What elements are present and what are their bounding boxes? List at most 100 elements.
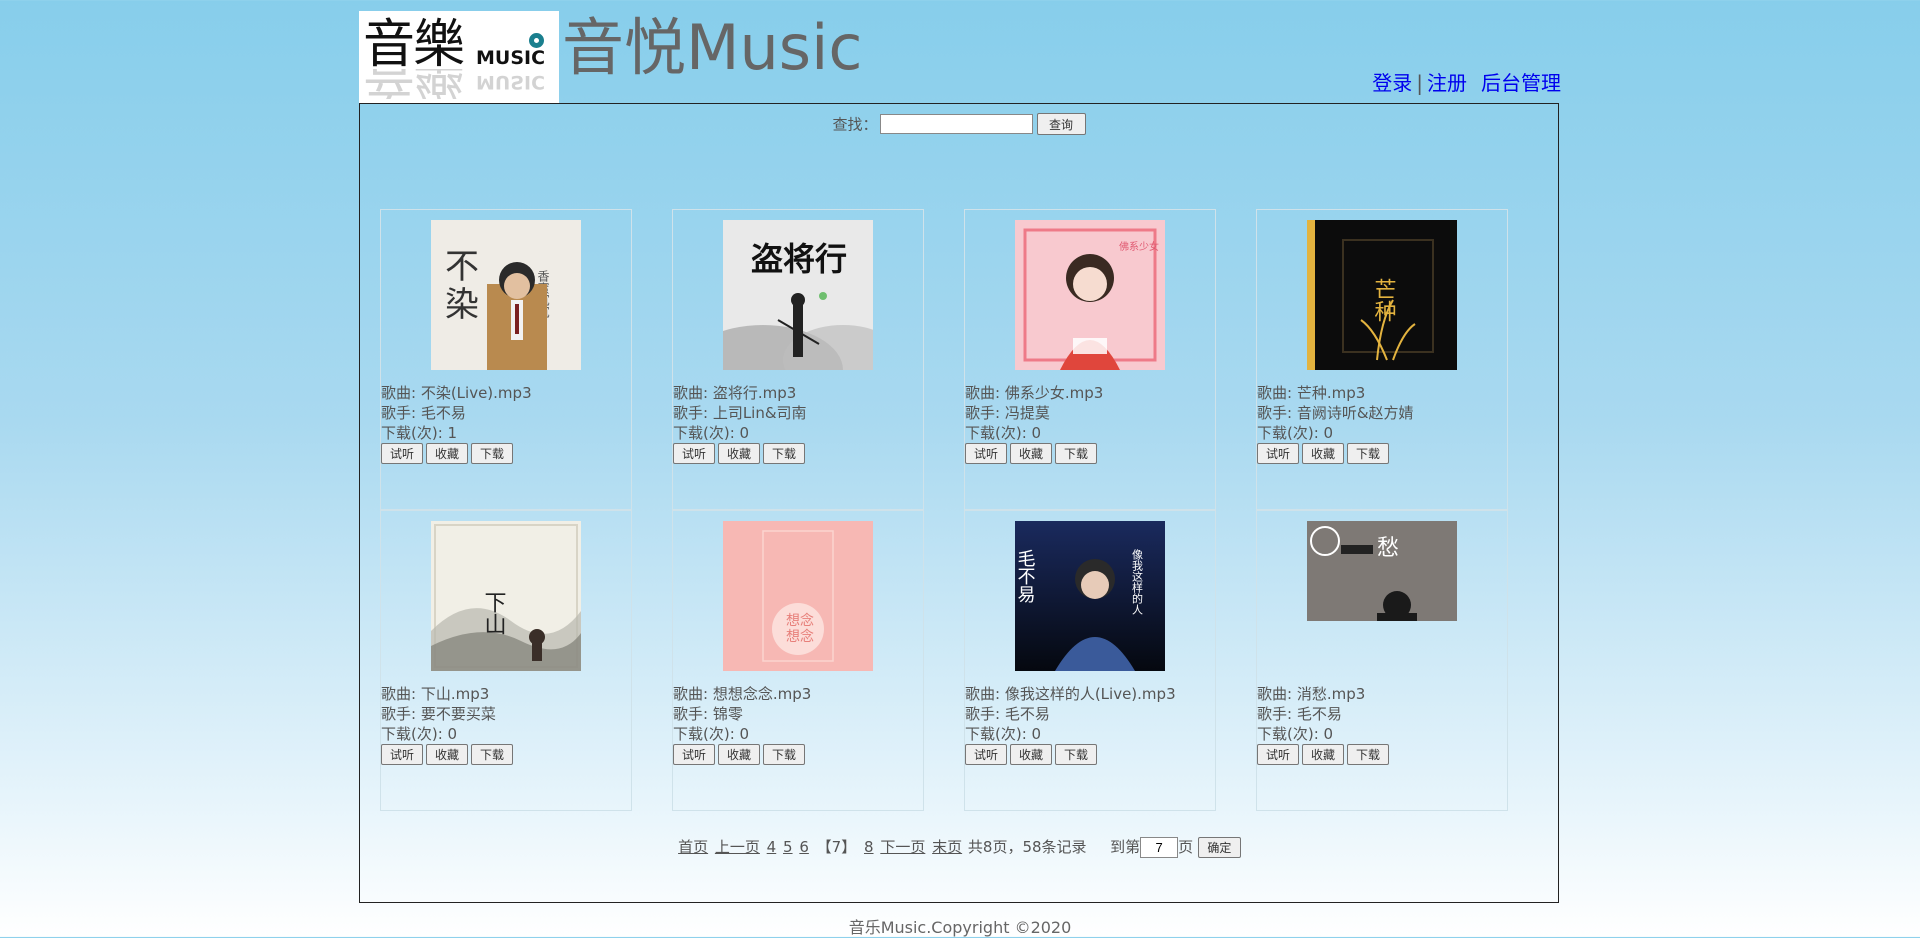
song-singer-row: 歌手: 音阙诗听&赵方婧	[1257, 403, 1414, 423]
song-title: 盗将行.mp3	[712, 384, 797, 402]
song-downloads-row: 下载(次): 0	[673, 724, 811, 744]
song-singer: 毛不易	[420, 404, 466, 422]
favorite-button[interactable]: 收藏	[426, 443, 468, 464]
admin-link[interactable]: 后台管理	[1481, 71, 1561, 95]
download-button[interactable]: 下载	[1347, 744, 1389, 765]
song-title-label: 歌曲:	[673, 685, 713, 703]
pager-current-page: 【7】	[816, 838, 857, 856]
download-button[interactable]: 下载	[763, 744, 805, 765]
song-downloads-row: 下载(次): 0	[965, 423, 1103, 443]
song-singer-row: 歌手: 上司Lin&司南	[673, 403, 807, 423]
pager-goto-input[interactable]	[1140, 837, 1179, 858]
pager-summary: 共8页，58条记录	[967, 838, 1087, 856]
pager-page-6[interactable]: 6	[799, 838, 809, 856]
song-singer-label: 歌手:	[381, 404, 421, 422]
song-title-label: 歌曲:	[965, 384, 1005, 402]
footer-copyright: 音乐Music.Copyright ©2020	[848, 918, 1072, 937]
song-actions: 试听 收藏 下载	[673, 744, 808, 765]
logo-glyph-reflection: 音樂	[363, 69, 464, 99]
song-card: 不染香蜜沉沉歌曲: 不染(Live).mp3歌手: 毛不易下载(次): 1试听收…	[380, 209, 632, 510]
top-links: 登录 | 注册 后台管理	[1372, 67, 1561, 96]
song-downloads-row: 下载(次): 0	[673, 423, 807, 443]
song-title-row: 歌曲: 不染(Live).mp3	[381, 383, 532, 403]
song-actions: 试听 收藏 下载	[965, 443, 1100, 464]
song-singer: 冯提莫	[1004, 404, 1050, 422]
song-singer-label: 歌手:	[673, 705, 713, 723]
main-panel: 查找：查询 不染香蜜沉沉歌曲: 不染(Live).mp3歌手: 毛不易下载(次)…	[359, 103, 1559, 903]
song-singer-label: 歌手:	[381, 705, 421, 723]
listen-button[interactable]: 试听	[673, 443, 715, 464]
download-button[interactable]: 下载	[1347, 443, 1389, 464]
pager-confirm-button[interactable]: 确定	[1197, 837, 1241, 858]
song-card: 下山 歌曲: 下山.mp3 歌手: 要不要买菜 下载(次): 0 试听 收藏 下载	[380, 510, 632, 811]
pager-page-4[interactable]: 4	[767, 838, 777, 856]
favorite-button[interactable]: 收藏	[1302, 443, 1344, 464]
song-card: 芒种 歌曲: 芒种.mp3 歌手: 音阙诗听&赵方婧 下载(次): 0 试听 收藏 下载	[1256, 209, 1508, 510]
cover-xiang-wo-zhe-yang-de-ren: 毛不易 像我这样的人	[1015, 521, 1165, 671]
song-downloads: 0	[447, 725, 458, 743]
cover-xiao-chou: 愁	[1307, 521, 1457, 621]
listen-button[interactable]: 试听	[381, 443, 423, 464]
song-title-label: 歌曲:	[381, 384, 421, 402]
listen-button[interactable]: 试听	[381, 744, 423, 765]
song-singer: 上司Lin&司南	[712, 404, 807, 422]
logo-word: MUSIC	[476, 47, 546, 69]
svg-text:愁: 愁	[1377, 536, 1399, 561]
favorite-button[interactable]: 收藏	[718, 443, 760, 464]
pager-goto-prefix: 到第	[1110, 838, 1141, 856]
song-downloads: 0	[1031, 725, 1042, 743]
download-button[interactable]: 下载	[763, 443, 805, 464]
song-downloads: 0	[1323, 424, 1334, 442]
song-singer-row: 歌手: 毛不易	[1257, 704, 1365, 724]
song-title-row: 歌曲: 消愁.mp3	[1257, 684, 1365, 704]
download-button[interactable]: 下载	[1055, 744, 1097, 765]
song-info: 歌曲: 想想念念.mp3 歌手: 锦零 下载(次): 0	[673, 684, 811, 744]
site-logo[interactable]: 音樂 音樂 MUSIC MUSIC	[359, 11, 559, 103]
pager-first[interactable]: 首页	[678, 838, 708, 856]
pager-prev[interactable]: 上一页	[715, 838, 760, 856]
song-singer: 毛不易	[1296, 705, 1342, 723]
search-button[interactable]: 查询	[1036, 113, 1086, 135]
search-input[interactable]	[879, 114, 1033, 134]
pager-page-8[interactable]: 8	[864, 838, 874, 856]
song-info: 歌曲: 盗将行.mp3 歌手: 上司Lin&司南 下载(次): 0	[673, 383, 807, 443]
download-button[interactable]: 下载	[1055, 443, 1097, 464]
listen-button[interactable]: 试听	[965, 744, 1007, 765]
song-singer: 音阙诗听&赵方婧	[1296, 404, 1414, 422]
song-card: 佛系少女 歌曲: 佛系少女.mp3 歌手: 冯提莫 下载(次): 0 试听 收藏 下载	[964, 209, 1216, 510]
song-title: 不染(Live).mp3	[420, 384, 532, 402]
favorite-button[interactable]: 收藏	[1302, 744, 1344, 765]
favorite-button[interactable]: 收藏	[1010, 443, 1052, 464]
download-button[interactable]: 下载	[471, 744, 513, 765]
pager-last[interactable]: 末页	[932, 838, 962, 856]
favorite-button[interactable]: 收藏	[1010, 744, 1052, 765]
song-title: 想想念念.mp3	[712, 685, 812, 703]
listen-button[interactable]: 试听	[965, 443, 1007, 464]
login-link[interactable]: 登录	[1372, 71, 1412, 95]
listen-button[interactable]: 试听	[673, 744, 715, 765]
song-downloads-label: 下载(次):	[381, 424, 448, 442]
song-title-row: 歌曲: 像我这样的人(Live).mp3	[965, 684, 1176, 704]
register-link[interactable]: 注册	[1427, 71, 1467, 95]
svg-text:染: 染	[445, 285, 479, 325]
song-title: 佛系少女.mp3	[1004, 384, 1104, 402]
favorite-button[interactable]: 收藏	[718, 744, 760, 765]
download-button[interactable]: 下载	[471, 443, 513, 464]
song-singer: 毛不易	[1004, 705, 1050, 723]
svg-text:佛系少女: 佛系少女	[1119, 240, 1159, 253]
song-title-label: 歌曲:	[381, 685, 421, 703]
favorite-button[interactable]: 收藏	[426, 744, 468, 765]
svg-text:下山: 下山	[481, 591, 506, 635]
svg-text:像我这样的人: 像我这样的人	[1131, 549, 1144, 615]
link-separator: |	[1416, 71, 1423, 95]
song-actions: 试听 收藏 下载	[381, 443, 516, 464]
song-singer-label: 歌手:	[1257, 705, 1297, 723]
listen-button[interactable]: 试听	[1257, 443, 1299, 464]
song-title: 下山.mp3	[420, 685, 490, 703]
cover-dao-jiang-xing: 盗将行	[723, 220, 873, 370]
song-info: 歌曲: 像我这样的人(Live).mp3 歌手: 毛不易 下载(次): 0	[965, 684, 1176, 744]
pager-page-5[interactable]: 5	[783, 838, 793, 856]
pager-next[interactable]: 下一页	[880, 838, 925, 856]
listen-button[interactable]: 试听	[1257, 744, 1299, 765]
song-singer-label: 歌手:	[673, 404, 713, 422]
